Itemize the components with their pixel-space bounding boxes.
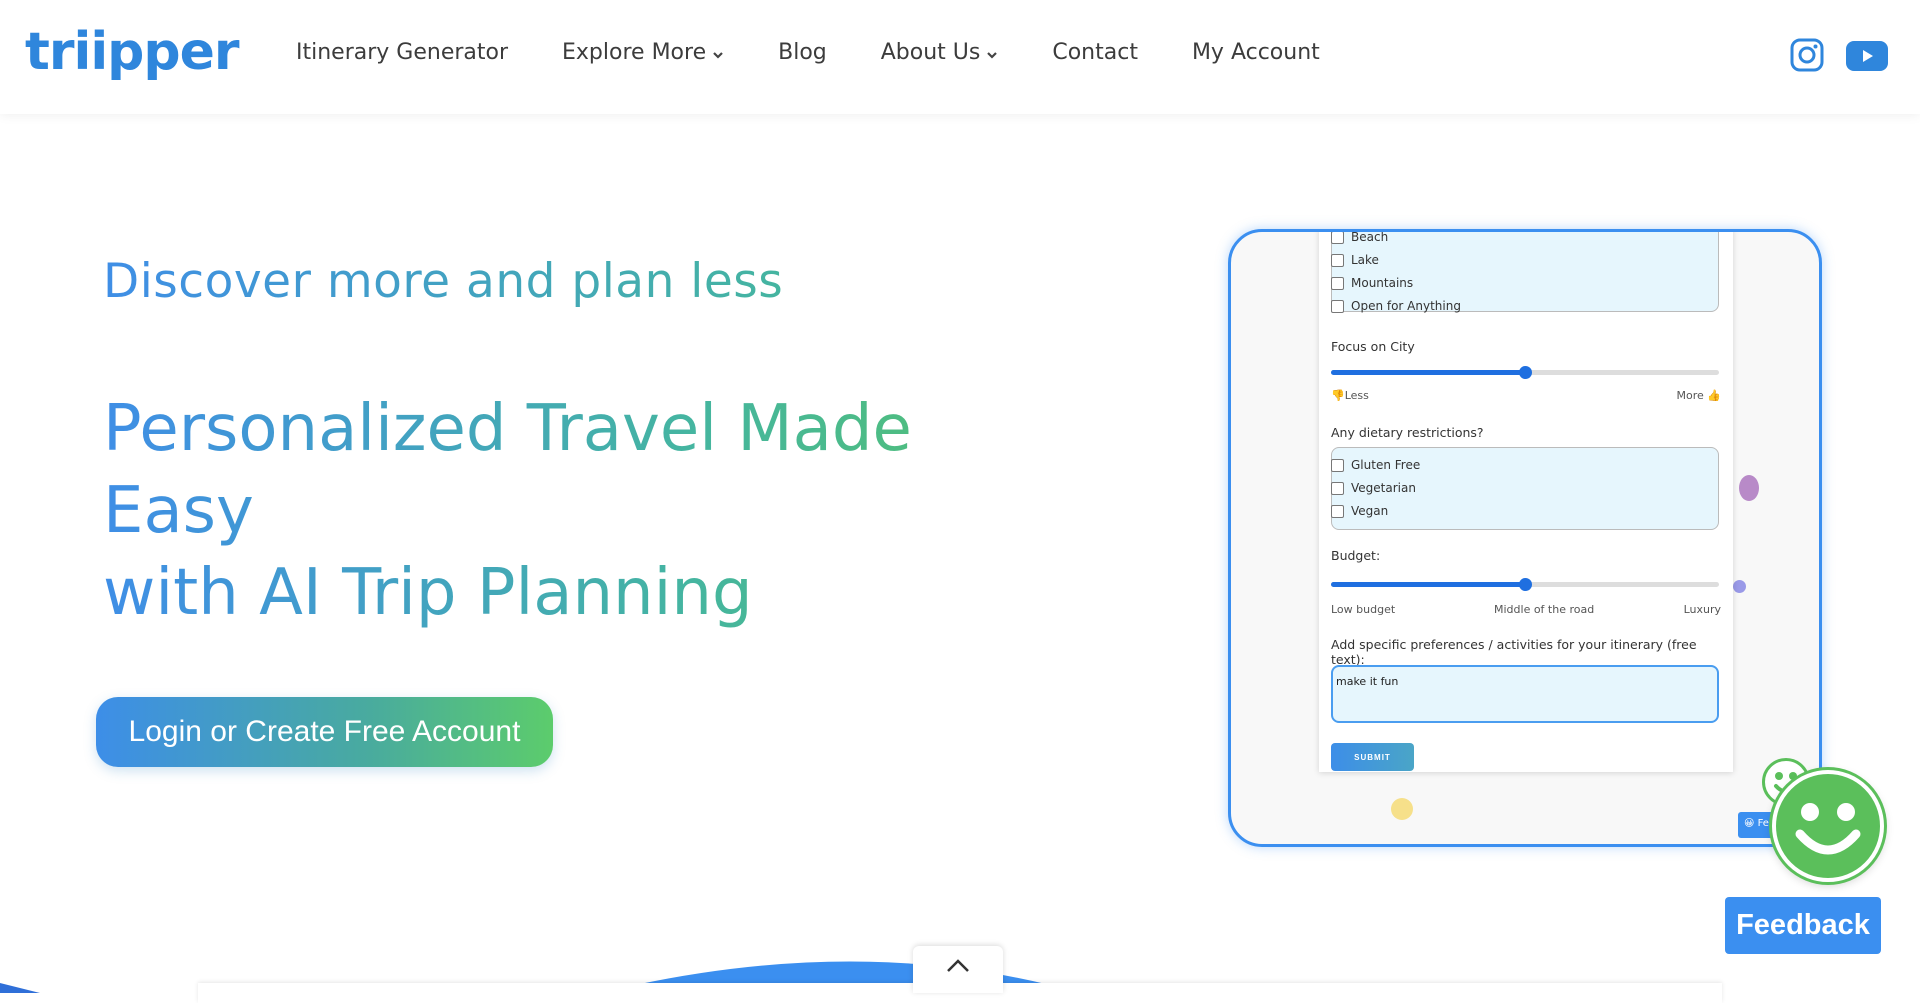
- preferences-label: Add specific preferences / activities fo…: [1331, 637, 1697, 667]
- nav-label: Itinerary Generator: [296, 40, 509, 65]
- checkbox-label: Mountains: [1351, 276, 1414, 290]
- preferences-textarea[interactable]: make it fun: [1331, 665, 1719, 723]
- checkbox-label: Lake: [1351, 253, 1379, 267]
- checkbox[interactable]: [1331, 276, 1344, 290]
- decorative-dot: [1739, 475, 1759, 501]
- nav-label: About Us: [880, 40, 981, 65]
- itinerary-form: Beach Lake Mountains Open for Anything F…: [1319, 230, 1733, 772]
- focus-max-label: More 👍: [1676, 389, 1721, 402]
- preferences-text: make it fun: [1336, 675, 1399, 688]
- checkbox-label: Beach: [1351, 230, 1389, 244]
- chevron-down-icon: [987, 51, 998, 59]
- chevron-down-icon: [713, 51, 723, 59]
- checkbox-lake[interactable]: Lake: [1331, 253, 1379, 267]
- login-create-account-button[interactable]: Login or Create Free Account: [96, 697, 553, 767]
- slider-fill: [1331, 582, 1525, 587]
- nav-blog[interactable]: Blog: [778, 40, 827, 65]
- nav-my-account[interactable]: My Account: [1192, 40, 1320, 65]
- budget-high-label: Luxury: [1683, 603, 1721, 616]
- checkbox[interactable]: [1331, 232, 1344, 244]
- checkbox-open-for-anything[interactable]: Open for Anything: [1331, 299, 1461, 313]
- nav-explore-more[interactable]: Explore More: [562, 40, 724, 65]
- instagram-icon[interactable]: [1790, 38, 1824, 72]
- submit-button[interactable]: SUBMIT: [1331, 743, 1414, 771]
- checkbox-mountains[interactable]: Mountains: [1331, 276, 1413, 290]
- nav-label: Contact: [1052, 40, 1138, 65]
- nav-about-us[interactable]: About Us: [881, 40, 999, 65]
- checkbox-label: Vegetarian: [1351, 481, 1416, 495]
- checkbox[interactable]: [1331, 458, 1344, 472]
- checkbox-vegan[interactable]: Vegan: [1331, 504, 1388, 518]
- checkbox-vegetarian[interactable]: Vegetarian: [1331, 481, 1416, 495]
- site-header: triipper Itinerary Generator Explore Mor…: [0, 0, 1920, 114]
- checkbox-gluten-free[interactable]: Gluten Free: [1331, 458, 1420, 472]
- slider-fill: [1331, 370, 1525, 375]
- youtube-icon[interactable]: [1846, 40, 1888, 72]
- checkbox[interactable]: [1331, 299, 1344, 313]
- checkbox-label: Open for Anything: [1351, 299, 1461, 313]
- nav-label: Blog: [778, 40, 827, 65]
- decorative-dot: [1391, 798, 1413, 820]
- decorative-dot: [1733, 580, 1746, 593]
- budget-low-label: Low budget: [1331, 603, 1396, 616]
- main-nav: Itinerary Generator Explore More Blog Ab…: [296, 40, 1374, 65]
- nav-contact[interactable]: Contact: [1052, 40, 1138, 65]
- budget-slider[interactable]: [1331, 578, 1719, 591]
- checkbox-label: Vegan: [1351, 504, 1389, 518]
- nav-label: Explore More: [562, 40, 707, 65]
- slider-thumb[interactable]: [1519, 366, 1532, 379]
- checkbox[interactable]: [1331, 253, 1344, 267]
- checkbox-label: Gluten Free: [1351, 458, 1421, 472]
- chevron-up-icon: [947, 959, 969, 972]
- triipper-logo[interactable]: triipper: [25, 22, 240, 88]
- checkbox[interactable]: [1331, 504, 1344, 518]
- budget-mid-label: Middle of the road: [1494, 603, 1595, 616]
- budget-label: Budget:: [1331, 548, 1381, 563]
- feedback-smiley-icon[interactable]: [1772, 770, 1884, 882]
- focus-min-label: 👎Less: [1331, 389, 1369, 402]
- checkbox-beach[interactable]: Beach: [1331, 230, 1389, 244]
- nav-itinerary-generator[interactable]: Itinerary Generator: [296, 40, 508, 65]
- focus-slider[interactable]: [1331, 366, 1719, 379]
- scroll-to-top-button[interactable]: [913, 946, 1003, 993]
- app-preview-card: Beach Lake Mountains Open for Anything F…: [1228, 229, 1822, 847]
- dietary-label: Any dietary restrictions?: [1331, 425, 1484, 440]
- hero-subtitle: Discover more and plan less: [103, 254, 784, 309]
- focus-label: Focus on City: [1331, 339, 1415, 354]
- hero-title-line-2: with AI Trip Planning: [103, 556, 753, 630]
- logo-text: triipper: [25, 22, 240, 82]
- slider-thumb[interactable]: [1519, 578, 1532, 591]
- hero-title: Personalized Travel Made Easy with AI Tr…: [103, 388, 1083, 634]
- hero-title-line-1: Personalized Travel Made Easy: [103, 392, 912, 548]
- nav-label: My Account: [1191, 40, 1320, 65]
- checkbox[interactable]: [1331, 481, 1344, 495]
